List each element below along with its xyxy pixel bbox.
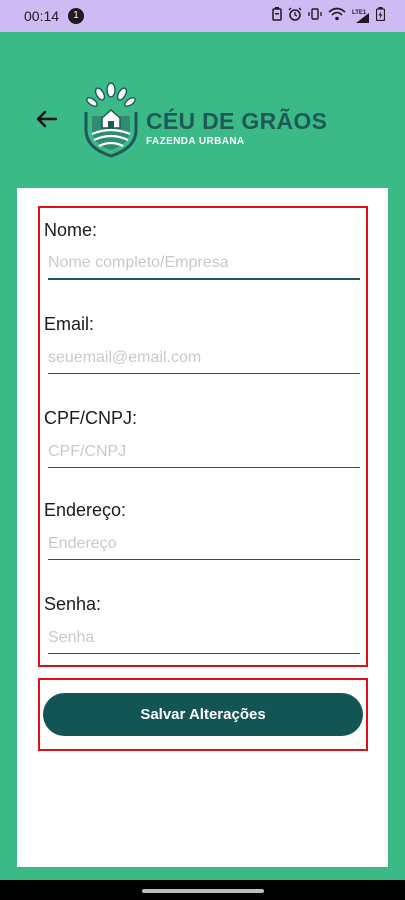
brand-subtitle: FAZENDA URBANA <box>146 136 245 147</box>
name-field: Nome: <box>44 218 362 280</box>
battery-saver-icon <box>272 7 282 26</box>
status-bar: 00:14 1 LTE1 <box>0 0 405 32</box>
email-input[interactable] <box>48 346 360 374</box>
brand-title: CÉU DE GRÃOS <box>146 108 328 134</box>
app-header: CÉU DE GRÃOS FAZENDA URBANA <box>0 32 405 188</box>
system-navigation-bar <box>0 880 405 900</box>
vibrate-icon <box>308 7 322 26</box>
status-time: 00:14 <box>24 8 60 24</box>
name-label: Nome: <box>44 220 98 240</box>
email-label: Email: <box>44 314 95 334</box>
address-input[interactable] <box>48 532 360 560</box>
cpf-cnpj-field: CPF/CNPJ: <box>44 406 362 468</box>
signal-lte-icon: LTE1 <box>352 10 370 24</box>
profile-form-card: Nome: Email: CPF/CNPJ: Endereço: Senha: … <box>17 188 388 867</box>
name-input[interactable] <box>48 252 360 280</box>
address-label: Endereço: <box>44 500 127 520</box>
home-indicator[interactable] <box>142 889 264 893</box>
wifi-icon <box>328 7 346 26</box>
arrow-left-icon <box>36 110 58 128</box>
email-field: Email: <box>44 312 362 374</box>
address-field: Endereço: <box>44 498 362 560</box>
save-changes-button[interactable]: Salvar Alterações <box>43 693 363 736</box>
password-field: Senha: <box>44 592 362 654</box>
battery-charging-icon <box>375 7 386 26</box>
form-fields-group: Nome: Email: CPF/CNPJ: Endereço: Senha: <box>38 206 368 667</box>
cpf-cnpj-input[interactable] <box>48 440 360 468</box>
password-label: Senha: <box>44 594 102 614</box>
brand-logo <box>80 82 142 158</box>
notification-count-badge: 1 <box>68 8 84 24</box>
alarm-icon <box>288 7 302 26</box>
status-icons: LTE1 <box>272 7 386 26</box>
password-input[interactable] <box>48 626 360 654</box>
back-button[interactable] <box>34 108 60 130</box>
cpf-cnpj-label: CPF/CNPJ: <box>44 408 138 428</box>
save-button-group: Salvar Alterações <box>38 678 368 751</box>
